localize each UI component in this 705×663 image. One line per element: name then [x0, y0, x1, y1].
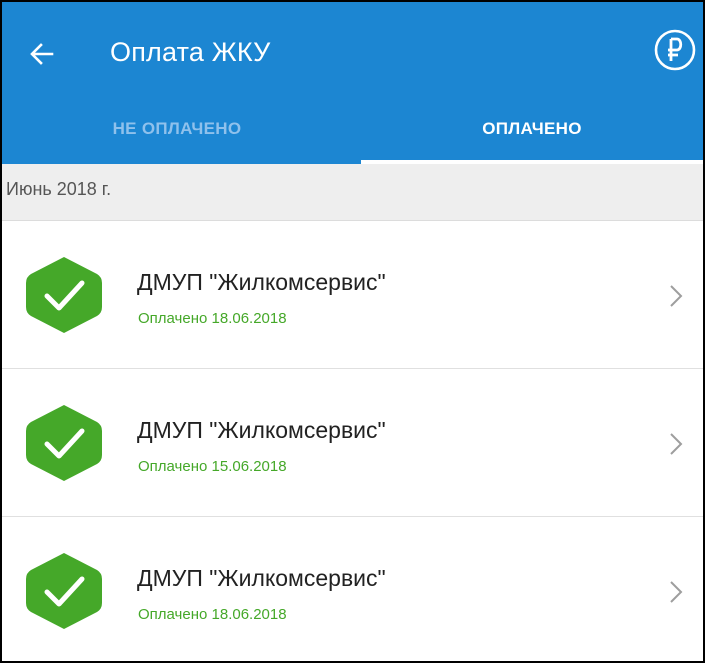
chevron-right-icon — [670, 285, 683, 307]
payment-list: ДМУП "Жилкомсервис" Оплачено 18.06.2018 … — [2, 221, 703, 661]
payment-item[interactable]: ДМУП "Жилкомсервис" Оплачено 18.06.2018 — [2, 517, 703, 661]
check-badge-icon — [26, 553, 102, 629]
tab-unpaid[interactable]: НЕ ОПЛАЧЕНО — [2, 104, 352, 164]
ruble-circle-icon — [654, 29, 696, 71]
tab-paid[interactable]: ОПЛАЧЕНО — [361, 104, 703, 164]
payee-name: ДМУП "Жилкомсервис" — [137, 269, 386, 295]
app-screen: Оплата ЖКУ НЕ ОПЛАЧЕНО ОПЛАЧЕНО Июнь 201… — [0, 0, 705, 663]
currency-button[interactable] — [653, 28, 697, 72]
section-label: Июнь 2018 г. — [6, 179, 112, 199]
payee-name: ДМУП "Жилкомсервис" — [137, 565, 386, 591]
payee-name: ДМУП "Жилкомсервис" — [137, 417, 386, 443]
payment-item[interactable]: ДМУП "Жилкомсервис" Оплачено 18.06.2018 — [2, 221, 703, 369]
payment-status: Оплачено 18.06.2018 — [138, 606, 287, 623]
tab-bar: НЕ ОПЛАЧЕНО ОПЛАЧЕНО — [2, 104, 703, 164]
section-header: Июнь 2018 г. — [2, 164, 703, 221]
payment-status: Оплачено 18.06.2018 — [138, 310, 287, 327]
chevron-right-icon — [670, 433, 683, 455]
check-badge-icon — [26, 257, 102, 333]
chevron-right-icon — [670, 581, 683, 603]
back-button[interactable] — [24, 36, 60, 72]
app-bar: Оплата ЖКУ НЕ ОПЛАЧЕНО ОПЛАЧЕНО — [2, 2, 703, 164]
page-title: Оплата ЖКУ — [110, 37, 271, 67]
arrow-left-icon — [30, 43, 54, 65]
check-badge-icon — [26, 405, 102, 481]
payment-status: Оплачено 15.06.2018 — [138, 458, 287, 475]
payment-item[interactable]: ДМУП "Жилкомсервис" Оплачено 15.06.2018 — [2, 369, 703, 517]
